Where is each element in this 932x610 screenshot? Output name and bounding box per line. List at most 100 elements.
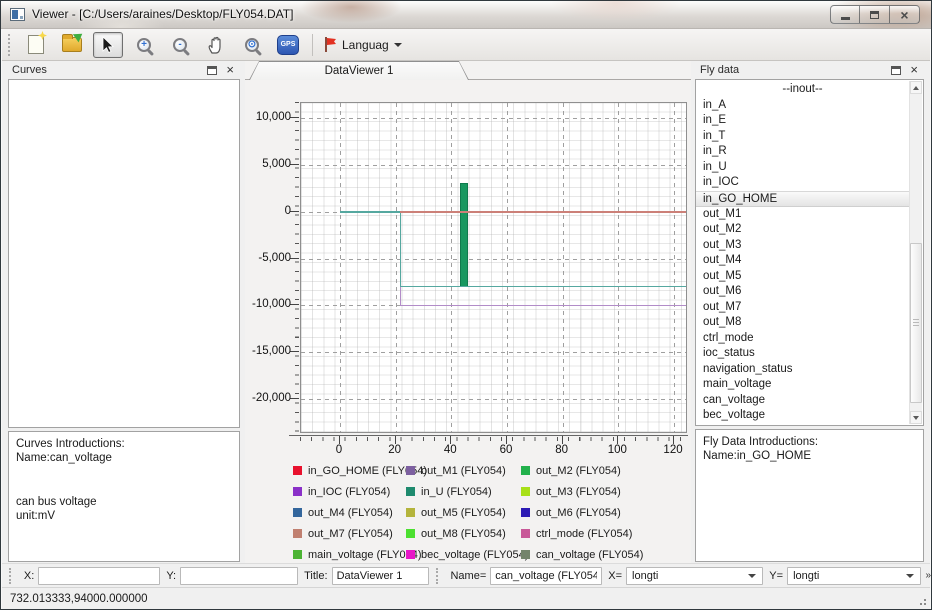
legend-swatch [293,529,302,538]
fly-data-item[interactable]: main_voltage [696,377,923,393]
zoom-reset-button[interactable]: ⊙ [237,32,267,58]
tab-dataviewer-1[interactable]: DataViewer 1 [249,61,469,80]
dataviewer-pane: DataViewer 1 02040608010012010,0005,0000… [245,61,691,563]
legend-swatch [293,466,302,475]
zoom-out-button[interactable]: - [165,32,195,58]
fly-data-item[interactable]: out_M8 [696,315,923,331]
y-tick-label: -15,000 [245,345,291,357]
gridline-horizontal [301,118,686,119]
title-input[interactable] [332,567,429,585]
new-file-button[interactable] [21,32,51,58]
fly-data-item[interactable]: bec_voltage [696,408,923,424]
fly-data-item[interactable]: out_M7 [696,300,923,316]
fly-data-item[interactable]: --inout-- [696,82,923,98]
minimize-button[interactable] [830,5,860,24]
toolbar-overflow-button[interactable]: » [925,570,930,581]
fly-data-item[interactable]: ctrl_mode [696,331,923,347]
fly-data-item[interactable]: in_E [696,113,923,129]
legend-label: ctrl_mode (FLY054) [536,528,632,540]
resize-grip[interactable] [917,596,927,606]
scrollbar[interactable] [909,81,922,424]
legend-item[interactable]: bec_voltage (FLY054) [406,548,521,561]
pan-hand-button[interactable] [201,32,231,58]
scroll-up-button[interactable] [910,81,922,94]
fly-data-item[interactable]: out_M6 [696,284,923,300]
zoom-in-button[interactable]: + [129,32,159,58]
scrollbar-thumb[interactable] [910,243,922,403]
y-input[interactable] [180,567,298,585]
legend-label: out_M4 (FLY054) [308,507,393,519]
legend-item[interactable]: out_M6 (FLY054) [521,506,671,519]
toolbar-drag-handle[interactable] [436,568,440,584]
curves-list-panel[interactable] [8,79,240,428]
legend-item[interactable]: main_voltage (FLY054) [293,548,406,561]
gridline-vertical [507,103,508,432]
legend-item[interactable]: in_U (FLY054) [406,485,521,498]
y-tick-label: 5,000 [245,158,291,170]
y-axis-minor-ticks [295,102,299,434]
language-menu-button[interactable]: Languag [319,32,408,58]
main-toolbar: + - ⊙ GPS Languag [2,29,930,61]
curve-name-input[interactable] [490,567,602,585]
legend-swatch [521,487,530,496]
chart-line-segment [400,211,686,212]
fly-data-item[interactable]: in_R [696,144,923,160]
title-bar[interactable]: Viewer - [C:/Users/araines/Desktop/FLY05… [1,1,931,29]
close-button[interactable]: × [890,5,920,24]
fly-data-item[interactable]: out_M3 [696,238,923,254]
maximize-button[interactable] [860,5,890,24]
gridline-horizontal [301,352,686,353]
fly-data-item[interactable]: out_M5 [696,269,923,285]
legend-item[interactable]: out_M1 (FLY054) [406,464,521,477]
language-label: Languag [342,38,389,52]
fly-data-item[interactable]: in_GO_HOME [696,191,909,207]
float-dock-icon[interactable] [207,66,217,75]
fly-data-item[interactable]: ioc_status [696,346,923,362]
y-axis-selected-value: longti [793,570,901,582]
legend-item[interactable]: out_M3 (FLY054) [521,485,671,498]
fly-data-item[interactable]: out_M1 [696,207,923,223]
legend-item[interactable]: out_M4 (FLY054) [293,506,406,519]
scroll-down-button[interactable] [910,411,922,424]
name-field-label: Name= [450,570,486,582]
toolbar-drag-handle[interactable] [9,568,13,584]
fly-data-item[interactable]: in_T [696,129,923,145]
fly-data-item[interactable]: out_M4 [696,253,923,269]
legend-item[interactable]: out_M8 (FLY054) [406,527,521,540]
legend-item[interactable]: can_voltage (FLY054) [521,548,671,561]
legend-swatch [406,487,415,496]
gridline-vertical [451,103,452,432]
fly-data-item[interactable]: in_A [696,98,923,114]
fly-data-item[interactable]: can_voltage [696,393,923,409]
plot-area[interactable] [300,102,687,433]
legend-label: out_M6 (FLY054) [536,507,621,519]
fly-data-item[interactable]: in_IOC [696,175,923,191]
curves-dock-title: Curves [5,64,207,76]
fly-data-item[interactable]: in_U [696,160,923,176]
x-input[interactable] [38,567,160,585]
legend-item[interactable]: in_GO_HOME (FLY054) [293,464,406,477]
legend-item[interactable]: ctrl_mode (FLY054) [521,527,671,540]
close-dock-icon[interactable]: × [910,65,918,75]
legend-item[interactable]: in_IOC (FLY054) [293,485,406,498]
legend-swatch [406,466,415,475]
fly-data-list[interactable]: --inout--in_Ain_Ein_Tin_Rin_Uin_IOCin_GO… [695,79,924,426]
gps-button[interactable]: GPS [273,32,303,58]
fly-info-panel: Fly Data Introductions: Name:in_GO_HOME [695,429,924,562]
legend-item[interactable]: out_M7 (FLY054) [293,527,406,540]
curves-dock-titlebar[interactable]: Curves × [5,61,242,79]
x-axis-select[interactable]: longti [626,567,763,585]
fly-data-item[interactable]: navigation_status [696,362,923,378]
fly-data-item[interactable]: out_M2 [696,222,923,238]
y-axis-select[interactable]: longti [787,567,921,585]
new-file-icon [28,35,44,54]
float-dock-icon[interactable] [891,66,901,75]
legend-item[interactable]: out_M2 (FLY054) [521,464,671,477]
select-cursor-button[interactable] [93,32,123,58]
legend-item[interactable]: out_M5 (FLY054) [406,506,521,519]
close-dock-icon[interactable]: × [226,65,234,75]
toolbar-drag-handle[interactable] [8,34,13,56]
chart-line-segment [400,305,686,306]
open-file-button[interactable] [57,32,87,58]
flydata-dock-titlebar[interactable]: Fly data × [693,61,926,79]
